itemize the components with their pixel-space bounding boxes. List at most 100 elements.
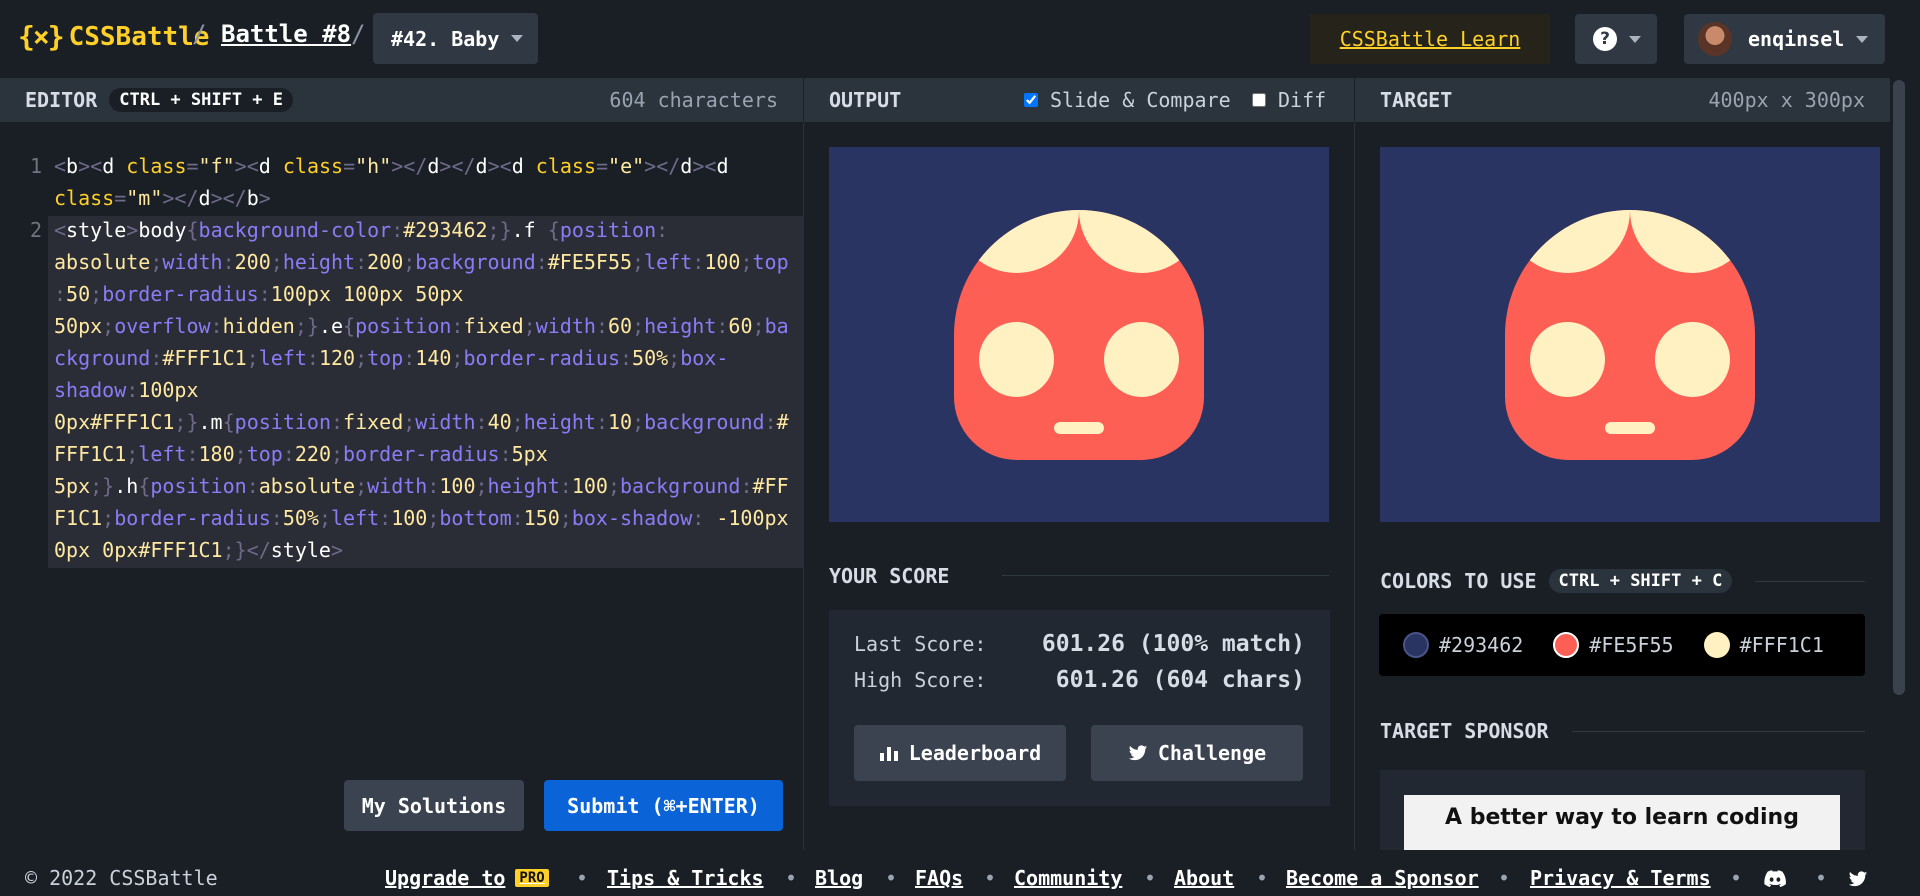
logo[interactable]: {×} CSSBattle — [18, 20, 209, 53]
slide-compare-label: Slide & Compare — [1050, 88, 1231, 112]
twitter-icon[interactable] — [1848, 871, 1868, 888]
code-line[interactable]: 0px#FFF1C1;}.m{position:fixed;width:40;h… — [54, 406, 794, 438]
mouth — [1605, 422, 1655, 434]
discord-icon[interactable] — [1764, 870, 1786, 887]
code-line[interactable]: class="m"></d></b> — [54, 182, 794, 214]
code-line[interactable]: absolute;width:200;height:200;background… — [54, 246, 794, 278]
chevron-down-icon — [1629, 35, 1641, 43]
target-header: TARGET 400px x 300px — [1355, 78, 1890, 122]
code-line[interactable]: <b><d class="f"><d class="h"></d></d><d … — [54, 150, 794, 182]
color-code[interactable]: #FE5F55 — [1589, 633, 1673, 657]
upgrade-link[interactable]: Upgrade to PRO — [385, 866, 549, 890]
colors-title: COLORS TO USE — [1380, 569, 1537, 593]
hair-circle — [954, 210, 1079, 273]
footer-link-sponsor[interactable]: Become a Sponsor — [1286, 866, 1479, 890]
upgrade-label: Upgrade to — [385, 866, 506, 890]
divider — [1354, 122, 1355, 850]
color-code[interactable]: #FFF1C1 — [1740, 633, 1824, 657]
output-canvas[interactable] — [829, 147, 1329, 522]
challenge-label: Challenge — [1157, 741, 1267, 765]
output-title: OUTPUT — [829, 88, 902, 112]
footer-separator: • — [1144, 866, 1157, 890]
code-line[interactable]: 50px;overflow:hidden;}.e{position:fixed;… — [54, 310, 794, 342]
footer-separator: • — [576, 866, 589, 890]
chevron-down-icon — [1856, 35, 1869, 43]
color-swatch[interactable] — [1403, 632, 1429, 658]
footer-separator: • — [1815, 866, 1828, 890]
target-selector-dropdown[interactable]: #42. Baby — [373, 13, 538, 64]
last-score-label: Last Score: — [854, 632, 987, 656]
footer-link-faqs[interactable]: FAQs — [915, 866, 963, 890]
line-number: 2 — [29, 218, 43, 242]
eye-right — [1655, 322, 1730, 397]
code-line[interactable]: shadow:100px — [54, 374, 794, 406]
diff-label: Diff — [1278, 88, 1327, 112]
challenge-button[interactable]: Challenge — [1091, 725, 1303, 781]
color-swatch[interactable] — [1553, 632, 1580, 658]
divider — [1572, 731, 1865, 732]
code-line[interactable]: 5px;}.h{position:absolute;width:100;heig… — [54, 470, 794, 502]
code-line[interactable]: :50;border-radius:100px 100px 50px — [54, 278, 794, 310]
code-line[interactable]: FFF1C1;left:180;top:220;border-radius:5p… — [54, 438, 794, 470]
footer-link-blog[interactable]: Blog — [815, 866, 863, 890]
code-line[interactable]: F1C1;border-radius:50%;left:100;bottom:1… — [54, 502, 794, 534]
target-title: TARGET — [1380, 88, 1453, 112]
slide-compare-checkbox[interactable] — [1024, 93, 1038, 107]
high-score-value: 601.26 (604 chars) — [1055, 667, 1305, 693]
my-solutions-button[interactable]: My Solutions — [344, 780, 524, 831]
diff-checkbox[interactable] — [1252, 93, 1266, 107]
learn-link[interactable]: CSSBattle Learn — [1310, 14, 1550, 64]
footer-link-about[interactable]: About — [1174, 866, 1234, 890]
chevron-down-icon — [511, 35, 524, 42]
submit-button[interactable]: Submit (⌘+ENTER) — [544, 780, 783, 831]
diff-toggle[interactable]: Diff — [1252, 88, 1326, 112]
char-count: 604 characters — [609, 88, 778, 112]
footer-link-privacy[interactable]: Privacy & Terms — [1530, 866, 1711, 890]
footer-separator: • — [785, 866, 798, 890]
score-title: YOUR SCORE — [829, 564, 950, 588]
sponsor-banner[interactable]: A better way to learn coding — [1404, 795, 1840, 850]
breadcrumb-battle-link[interactable]: Battle #8 — [221, 20, 351, 48]
help-dropdown[interactable]: ? — [1575, 14, 1657, 64]
pro-badge: PRO — [515, 869, 549, 887]
hair-circle — [1505, 210, 1630, 273]
divider — [1755, 581, 1865, 582]
copyright: © 2022 CSSBattle — [25, 866, 218, 890]
footer-link-community[interactable]: Community — [1014, 866, 1122, 890]
target-canvas — [1380, 147, 1880, 522]
target-size: 400px x 300px — [1708, 88, 1865, 112]
question-circle-icon: ? — [1593, 27, 1617, 51]
leaderboard-button[interactable]: Leaderboard — [854, 725, 1066, 781]
bar-chart-icon — [879, 747, 898, 761]
color-code[interactable]: #293462 — [1439, 633, 1523, 657]
leaderboard-label: Leaderboard — [908, 741, 1042, 765]
score-panel: Last Score: 601.26 (100% match) High Sco… — [829, 610, 1330, 806]
footer-separator: • — [1498, 866, 1511, 890]
color-swatch[interactable] — [1703, 632, 1730, 658]
footer-link-tips[interactable]: Tips & Tricks — [607, 866, 764, 890]
footer-separator: • — [1730, 866, 1743, 890]
code-line[interactable]: <style>body{background-color:#293462;}.f… — [54, 214, 794, 246]
line-number: 1 — [29, 154, 43, 178]
eye-left — [1530, 322, 1605, 397]
mouth — [1054, 422, 1104, 434]
eye-left — [979, 322, 1054, 397]
twitter-icon — [1128, 744, 1147, 760]
high-score-label: High Score: — [854, 668, 987, 692]
code-line[interactable]: ckground:#FFF1C1;left:120;top:140;border… — [54, 342, 794, 374]
divider — [1002, 575, 1329, 576]
avatar — [1698, 22, 1732, 56]
color-palette: #293462 #FE5F55 #FFF1C1 — [1379, 614, 1865, 676]
slide-compare-toggle[interactable]: Slide & Compare — [1024, 88, 1231, 112]
footer-separator: • — [1256, 866, 1269, 890]
target-selector-label: #42. Baby — [391, 26, 500, 51]
editor-header: EDITOR CTRL + SHIFT + E 604 characters — [0, 78, 803, 122]
output-header: OUTPUT Slide & Compare Diff — [804, 78, 1354, 122]
code-line[interactable]: 0px 0px#FFF1C1;}</style> — [54, 534, 794, 566]
user-menu-dropdown[interactable]: enqinsel — [1684, 14, 1885, 64]
footer-separator: • — [885, 866, 898, 890]
footer-separator: • — [984, 866, 997, 890]
editor-title: EDITOR — [25, 88, 98, 112]
logo-text: CSSBattle — [68, 21, 210, 52]
scrollbar-thumb[interactable] — [1893, 80, 1905, 695]
